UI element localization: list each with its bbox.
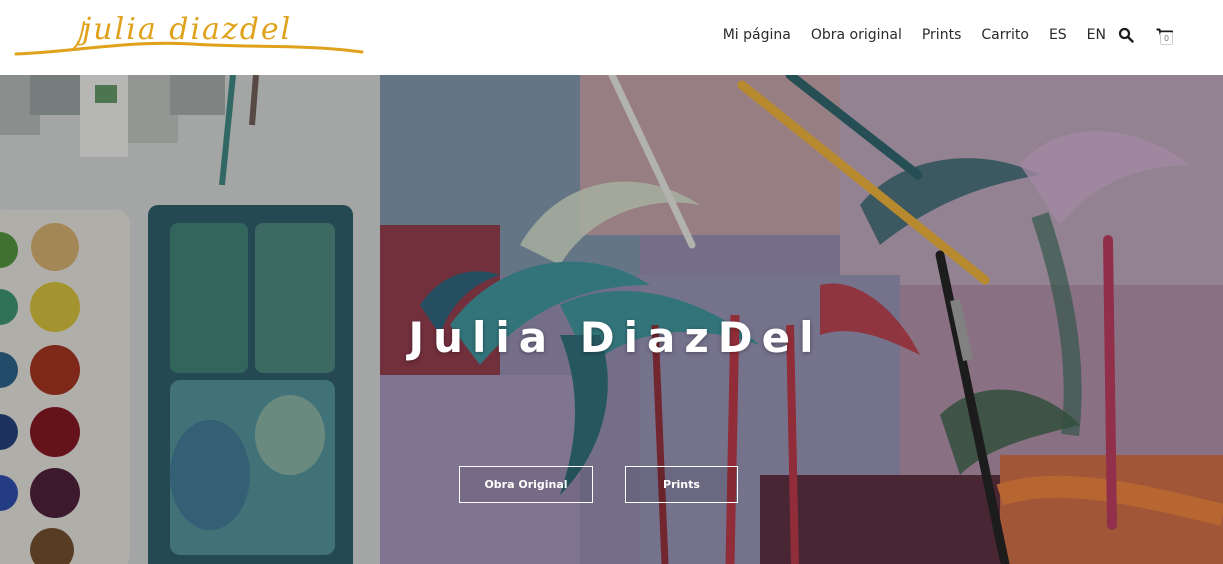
- nav-item-mi-pagina[interactable]: Mi página: [723, 27, 791, 43]
- nav-item-lang-es[interactable]: ES: [1049, 27, 1067, 43]
- logo-text: julia diazdel: [82, 12, 293, 47]
- site-logo[interactable]: julia diazdel: [12, 10, 368, 62]
- nav-item-lang-en[interactable]: EN: [1087, 27, 1106, 43]
- nav-item-carrito[interactable]: Carrito: [981, 27, 1029, 43]
- nav-item-obra-original[interactable]: Obra original: [811, 27, 902, 43]
- hero-banner: Julia DiazDel Obra Original Prints: [0, 75, 1223, 564]
- prints-button[interactable]: Prints: [625, 466, 738, 503]
- nav-item-prints[interactable]: Prints: [922, 27, 962, 43]
- main-nav: Mi página Obra original Prints Carrito E…: [703, 0, 1173, 70]
- site-header: julia diazdel Mi página Obra original Pr…: [0, 0, 1223, 75]
- hero-title: Julia DiazDel: [408, 313, 823, 362]
- obra-original-button[interactable]: Obra Original: [459, 466, 593, 503]
- cart-count-badge: 0: [1160, 32, 1173, 45]
- search-icon[interactable]: [1118, 27, 1134, 43]
